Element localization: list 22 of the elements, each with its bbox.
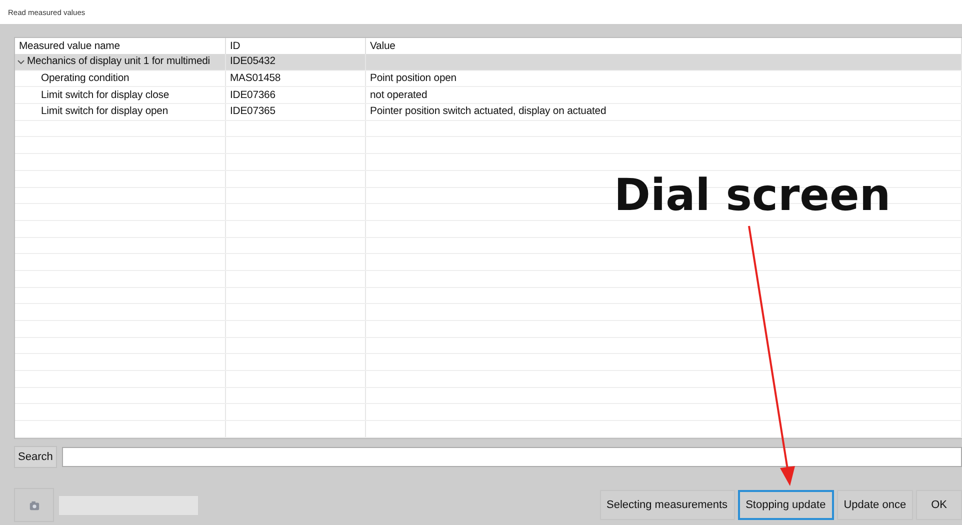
search-label: Search xyxy=(14,446,57,468)
annotation-text: Dial screen xyxy=(614,170,891,221)
table-cell: MAS01458 xyxy=(230,73,281,84)
dialog-button[interactable]: Stopping update xyxy=(738,490,834,520)
table-cell: Limit switch for display close xyxy=(41,90,170,101)
group-row[interactable]: Mechanics of display unit 1 for multimedi IDE05432 xyxy=(15,54,962,71)
dialog-button[interactable]: Selecting measurements xyxy=(600,490,735,520)
table-cell: IDE07366 xyxy=(230,90,276,101)
chevron-icon[interactable] xyxy=(17,58,25,66)
table-cell: Pointer position switch actuated, display on actuated xyxy=(370,106,606,118)
camera-icon xyxy=(28,500,40,510)
search-field[interactable] xyxy=(62,447,962,467)
table-cell: Mechanics of display unit 1 for multimedi xyxy=(27,56,210,68)
dialog-button[interactable]: OK xyxy=(916,490,962,520)
table-cell: not operated xyxy=(370,90,428,101)
table-cell: Limit switch for display open xyxy=(41,106,168,118)
table-cell: IDE05432 xyxy=(230,56,276,68)
dialog-button[interactable]: Update once xyxy=(836,490,914,520)
table-cell: Operating condition xyxy=(41,73,130,84)
table-cell: Point position open xyxy=(370,73,456,84)
table-cell: IDE07365 xyxy=(230,106,276,118)
camera-button[interactable] xyxy=(14,488,54,522)
